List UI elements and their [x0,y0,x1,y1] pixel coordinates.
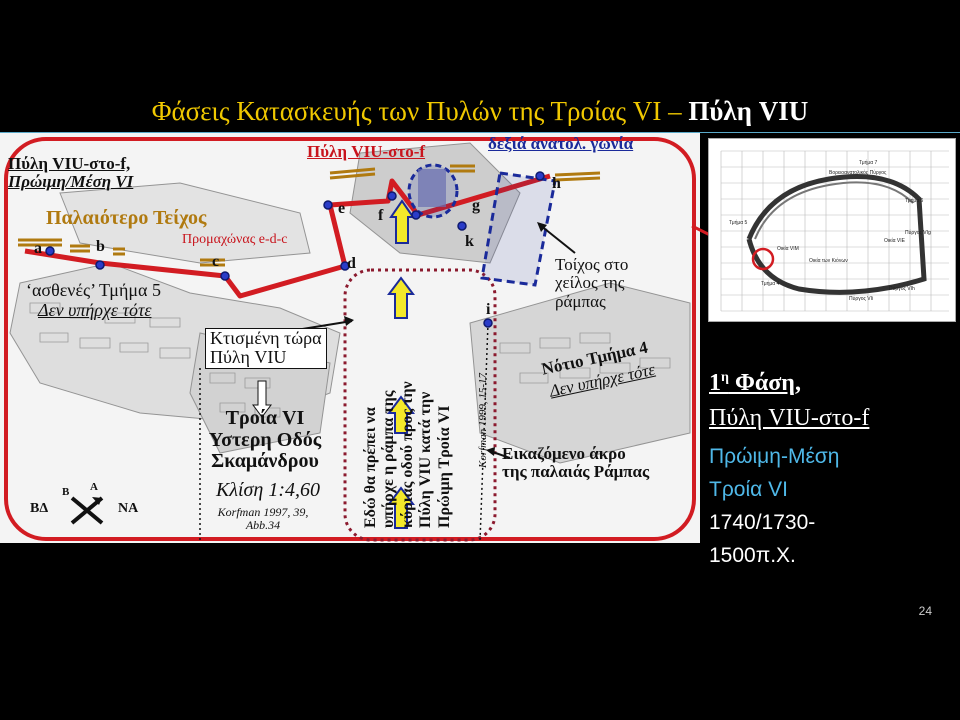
inset-label-5: Τμήμα 5 [729,220,748,226]
compass-a: Α [90,481,98,493]
korfman-1999-ref: Korfman 1999, 15-17 [477,372,489,468]
point-g: g [472,197,480,214]
gate-name: Πύλη VIU-στο-f [709,405,870,431]
period-line-1: Πρώιμη-Μέση [709,445,840,468]
point-i: i [486,301,491,318]
korfman-1997-ref: Korfman 1997, 39, Abb.34 [217,505,309,532]
inset-label-6: Τμήμα 6 [905,198,924,204]
inset-label-vie: Οικία VIE [884,238,905,244]
point-b: b [96,238,105,255]
inset-label-pillar-house: Οικία των Κιόνων [809,258,848,264]
troy-road-label: Τροία VI Υστερη Οδός Σκαμάνδρου [208,407,322,473]
point-f: f [378,207,384,224]
bastion-label: Προμαχώνας e-d-c [182,232,288,247]
point-h: h [552,175,561,192]
slope-label: Κλίση 1:4,60 [216,479,321,501]
se-corner-label: δεξιά ανατολ. γωνία [488,134,634,153]
inset-label-4: Τμήμα 4 [761,281,780,287]
built-now-label: Κτισμένη τώρα Πύλη VIU [205,328,327,369]
point-d: d [347,255,356,272]
ramp-edge-label: Εικαζόμενο άκρο της παλαιάς Ράμπας [502,444,650,482]
inset-label-vii: Πύργος VIi [849,296,874,302]
compass-b: Β [62,486,70,498]
inset-label-7: Τμήμα 7 [859,160,878,166]
point-a: a [34,240,42,257]
gate-f-top-label: Πύλη VIU-στο-f [307,142,426,161]
point-e: e [338,200,346,217]
ramp-wall-label: Τοίχος στο χείλος της ράμπας [555,255,629,311]
period-line-2: Τροία VI [709,478,788,501]
point-c: c [212,253,220,270]
inset-label-vih: Πύργος VIh [889,286,915,292]
date-line-2: 1500π.Χ. [709,544,796,567]
old-wall-label: Παλαιότερο Τείχος [46,207,207,229]
inset-label-ne-tower: Βορειοανατολικός Πύργος [829,170,887,176]
compass-ne: ΝΑ [118,501,139,516]
inset-map: Τμήμα 7 Βορειοανατολικός Πύργος Τμήμα 6 … [708,138,956,322]
date-line-1: 1740/1730- [709,511,816,534]
page-number: 24 [918,604,932,618]
ramp-note-vertical: Εδώ θα πρέπει να υπήρχε η ράμπα της κύρι… [362,381,453,528]
not-exist-label-1: Δεν υπήρχε τότε [38,300,152,320]
weak-section-label: ‘ασθενές’ Τμήμα 5 [26,280,161,300]
inset-label-vig: Πύργος VIg [905,230,931,236]
site-plan: Πύλη VIU-στο-f, Πρώιμη/Μέση VI Παλαιότερο… [0,133,700,543]
point-k: k [465,233,474,250]
phase-heading: 1η Φάση, [709,370,801,396]
compass-nw: ΒΔ [30,501,49,516]
gate-f-title: Πύλη VIU-στο-f, Πρώιμη/Μέση VI [8,154,134,192]
slide-title: Φάσεις Κατασκευής των Πυλών της Τροίας V… [151,96,809,126]
inset-label-vim: Οικία VIM [777,246,799,252]
